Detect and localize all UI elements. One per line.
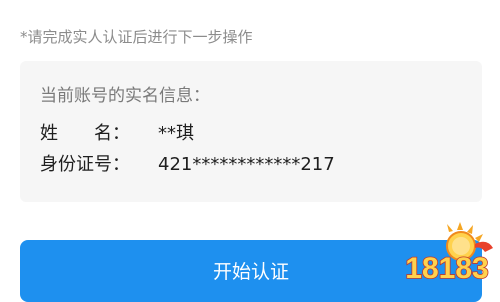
name-value: **琪 (158, 123, 194, 144)
verification-notice: *请完成实人认证后进行下一步操作 (20, 28, 253, 46)
name-label: 姓 名： (40, 123, 130, 144)
name-row: 姓 名： **琪 (40, 122, 194, 146)
id-number-label: 身份证号： (40, 154, 130, 175)
real-name-info-card: 当前账号的实名信息： 姓 名： **琪 身份证号： 421************2… (20, 61, 482, 202)
id-number-row: 身份证号： 421************217 (40, 153, 335, 177)
card-heading: 当前账号的实名信息： (40, 86, 210, 106)
id-number-value: 421************217 (158, 154, 335, 175)
start-verification-label: 开始认证 (212, 261, 289, 283)
